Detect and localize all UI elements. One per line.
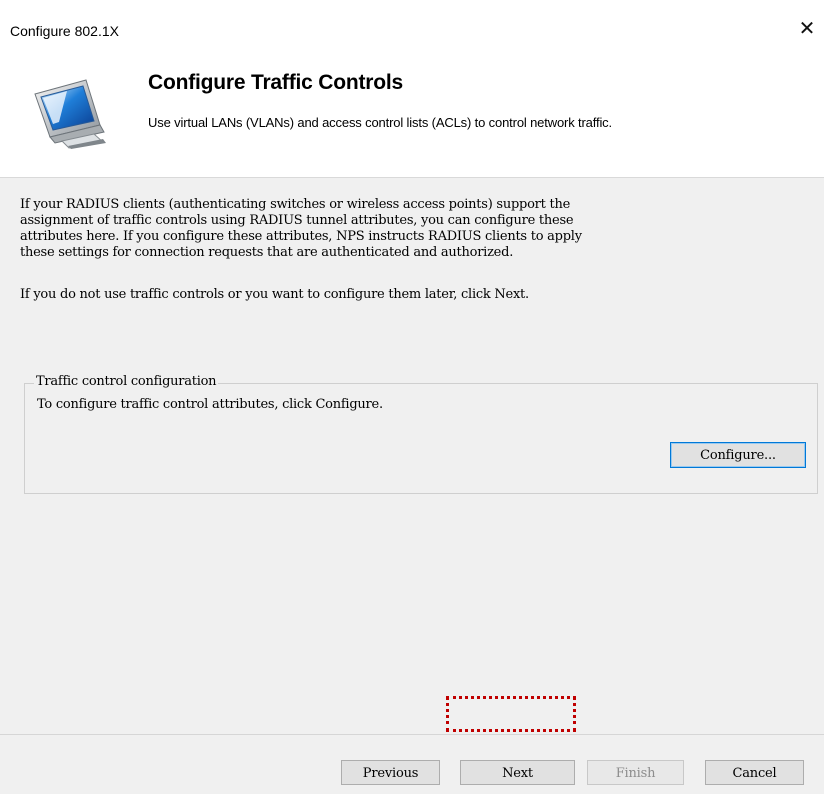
description-line: attributes here. If you configure these … <box>20 229 582 244</box>
traffic-control-groupbox: Traffic control configuration To configu… <box>24 374 818 494</box>
finish-button: Finish <box>587 760 684 785</box>
description-line: assignment of traffic controls using RAD… <box>20 213 574 228</box>
description-line: If your RADIUS clients (authenticating s… <box>20 197 571 212</box>
configure-instruction: To configure traffic control attributes,… <box>37 397 383 412</box>
next-instruction: If you do not use traffic controls or yo… <box>20 287 529 302</box>
description-paragraph: If your RADIUS clients (authenticating s… <box>20 197 820 261</box>
previous-button[interactable]: Previous <box>341 760 440 785</box>
description-line: these settings for connection requests t… <box>20 245 514 260</box>
next-button[interactable]: Next <box>460 760 575 785</box>
page-subtitle: Use virtual LANs (VLANs) and access cont… <box>148 115 612 130</box>
network-monitor-icon <box>34 79 106 149</box>
page-title: Configure Traffic Controls <box>148 71 403 94</box>
configure-button[interactable]: Configure... <box>670 442 806 468</box>
wizard-footer: Previous Next Finish Cancel <box>0 734 824 794</box>
groupbox-label: Traffic control configuration <box>34 374 219 390</box>
window-title: Configure 802.1X <box>10 23 119 39</box>
cancel-button[interactable]: Cancel <box>705 760 804 785</box>
configure-8021x-dialog: Configure 802.1X ✕ Configure Traffic Con… <box>0 0 824 794</box>
close-icon[interactable]: ✕ <box>790 15 824 43</box>
wizard-content: If your RADIUS clients (authenticating s… <box>0 179 824 754</box>
wizard-header: Configure Traffic Controls Use virtual L… <box>0 40 824 178</box>
